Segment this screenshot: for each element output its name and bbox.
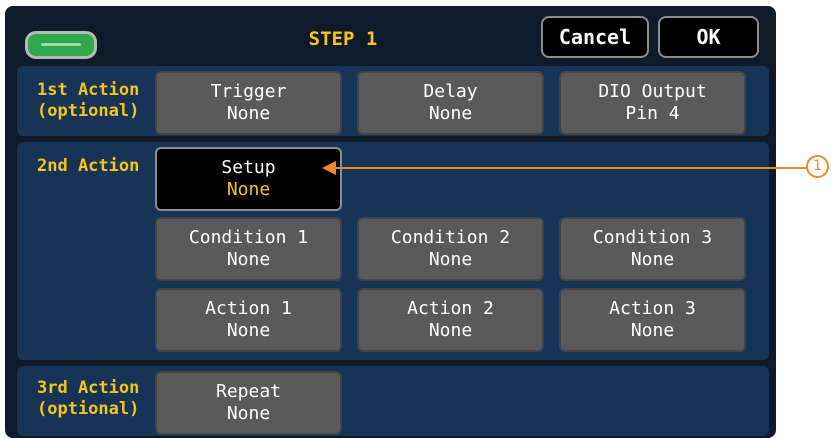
tile-value: None bbox=[226, 320, 271, 341]
section-label: 2nd Action bbox=[37, 156, 139, 177]
tile-value: None bbox=[630, 249, 675, 270]
section-3rd-action: 3rd Action (optional) bbox=[17, 366, 769, 436]
page-title: STEP 1 bbox=[308, 28, 378, 50]
cancel-button[interactable]: Cancel bbox=[541, 16, 649, 58]
tile-value: None bbox=[630, 320, 675, 341]
action-2-button[interactable]: Action 2 None bbox=[357, 288, 544, 352]
section-label-line2: (optional) bbox=[37, 101, 140, 121]
tile-value: None bbox=[226, 403, 271, 424]
tile-title: Condition 3 bbox=[592, 227, 713, 248]
section-label: 3rd Action (optional) bbox=[37, 378, 139, 420]
action-1-button[interactable]: Action 1 None bbox=[155, 288, 342, 352]
tile-value: None bbox=[428, 103, 473, 124]
section-label-line1: 1st Action bbox=[37, 80, 140, 100]
condition-2-button[interactable]: Condition 2 None bbox=[357, 217, 544, 281]
tile-title: Condition 2 bbox=[390, 227, 511, 248]
battery-icon bbox=[25, 31, 97, 59]
callout-number: 1 bbox=[806, 155, 829, 178]
tile-title: Trigger bbox=[210, 81, 287, 102]
section-label-line2: (optional) bbox=[37, 399, 140, 419]
tile-title: Delay bbox=[423, 81, 478, 102]
tile-title: Setup bbox=[221, 157, 276, 178]
tile-value: None bbox=[226, 103, 271, 124]
tile-title: DIO Output bbox=[598, 81, 707, 102]
dio-output-button[interactable]: DIO Output Pin 4 bbox=[559, 71, 746, 135]
condition-3-button[interactable]: Condition 3 None bbox=[559, 217, 746, 281]
tile-title: Repeat bbox=[215, 381, 282, 402]
action-3-button[interactable]: Action 3 None bbox=[559, 288, 746, 352]
callout-line bbox=[326, 167, 806, 169]
tile-title: Action 2 bbox=[407, 298, 494, 319]
tile-value: Pin 4 bbox=[625, 103, 680, 124]
tile-value: None bbox=[226, 179, 271, 200]
section-label: 1st Action (optional) bbox=[37, 80, 139, 122]
setup-button[interactable]: Setup None bbox=[155, 147, 342, 211]
trigger-button[interactable]: Trigger None bbox=[155, 71, 342, 135]
section-label-line1: 2nd Action bbox=[37, 156, 140, 176]
tile-value: None bbox=[428, 249, 473, 270]
device-screen: STEP 1 Cancel OK 1st Action (optional) T… bbox=[5, 6, 776, 438]
delay-button[interactable]: Delay None bbox=[357, 71, 544, 135]
tile-title: Action 3 bbox=[609, 298, 696, 319]
repeat-button[interactable]: Repeat None bbox=[155, 371, 342, 435]
section-label-line1: 3rd Action bbox=[37, 378, 140, 398]
callout-arrow-icon bbox=[322, 161, 336, 175]
tile-value: None bbox=[226, 249, 271, 270]
ok-button[interactable]: OK bbox=[658, 16, 759, 58]
condition-1-button[interactable]: Condition 1 None bbox=[155, 217, 342, 281]
tile-value: None bbox=[428, 320, 473, 341]
tile-title: Action 1 bbox=[205, 298, 292, 319]
tile-title: Condition 1 bbox=[188, 227, 309, 248]
